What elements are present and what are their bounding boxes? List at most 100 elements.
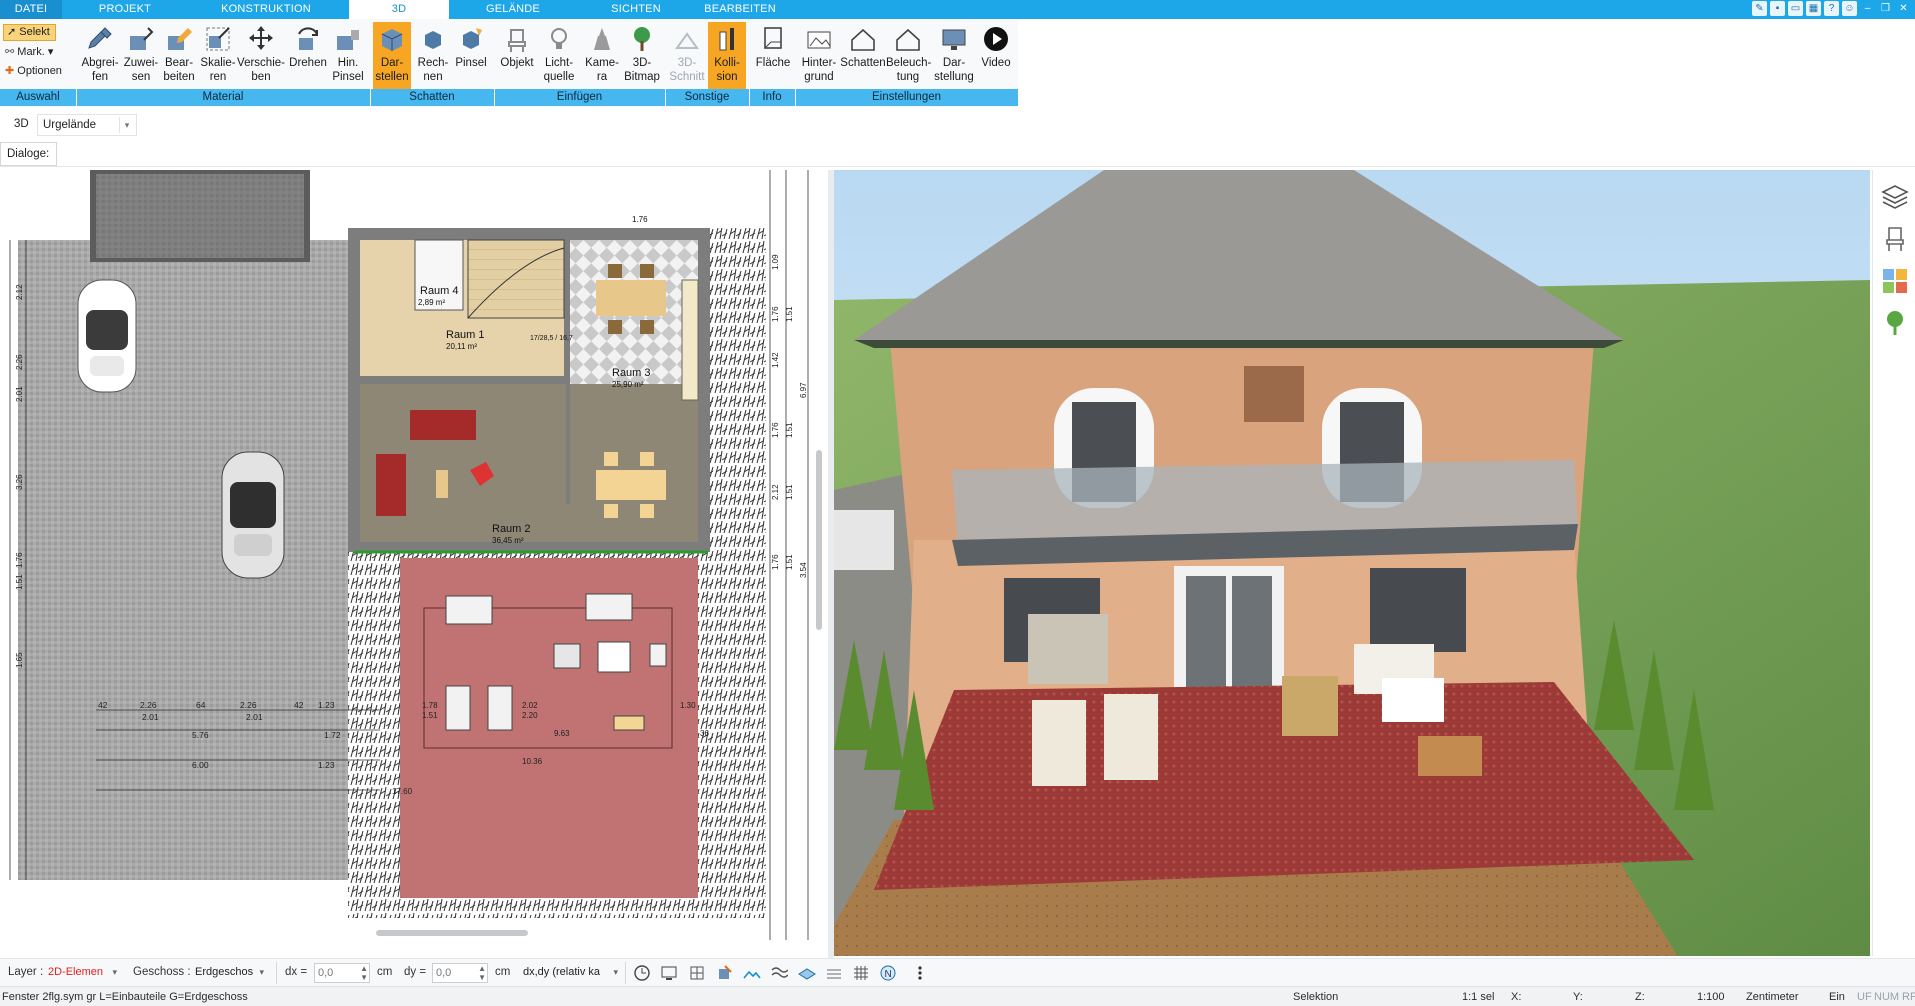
hintergrund-button[interactable]: Hinter-grund: [797, 22, 841, 92]
tools-icon[interactable]: ✎: [1752, 1, 1767, 16]
restore-icon[interactable]: ❐: [1878, 1, 1893, 16]
skalieren-button[interactable]: Skalie-ren: [196, 22, 240, 92]
abgreifen-button[interactable]: Abgrei-fen: [78, 22, 122, 92]
dining-table-icon[interactable]: [596, 470, 666, 500]
darstellung-button[interactable]: Dar-stellung: [933, 22, 975, 92]
horizontal-scrollbar[interactable]: [376, 930, 528, 936]
table-icon[interactable]: [597, 641, 631, 673]
help-icon[interactable]: ?: [1824, 1, 1839, 16]
3d-view[interactable]: [834, 170, 1870, 956]
flaeche-button[interactable]: Fläche: [752, 22, 794, 92]
dy-input[interactable]: 0,0 ▲ ▼: [432, 963, 488, 983]
kollision-button[interactable]: Kolli-sion: [708, 22, 746, 92]
schnitt-button[interactable]: 3D- Schnitt: [667, 22, 707, 92]
chair-icon[interactable]: [640, 452, 654, 466]
layout-icon[interactable]: ▦: [1806, 1, 1821, 16]
grid-icon[interactable]: [852, 964, 870, 982]
materials-icon[interactable]: [1880, 266, 1910, 296]
tree-bitmap-icon: [634, 27, 650, 51]
chair-icon[interactable]: [1880, 224, 1910, 254]
bearbeiten-label-line: Bear-: [164, 57, 194, 69]
floor-plan-view[interactable]: Raum 4 2,89 m² Raum 1 20,11 m² Raum 3 25…: [0, 170, 828, 942]
chair-icon[interactable]: [604, 504, 618, 518]
tab-bearbeiten[interactable]: BEARBEITEN: [700, 0, 780, 19]
north-icon[interactable]: N: [879, 964, 897, 982]
sofa-icon[interactable]: [585, 593, 633, 621]
coordinate-mode-value: dx,dy (relativ ka: [523, 966, 601, 978]
chair-icon[interactable]: [608, 264, 622, 278]
status-unit: Zentimeter: [1746, 991, 1799, 1003]
options-button[interactable]: ✚ Optionen: [5, 64, 62, 77]
floor-plan-canvas[interactable]: Raum 4 2,89 m² Raum 1 20,11 m² Raum 3 25…: [0, 170, 828, 942]
video-button[interactable]: Video: [976, 22, 1016, 92]
texture-icon[interactable]: [770, 964, 788, 982]
screen-icon[interactable]: [660, 964, 678, 982]
terrain-select[interactable]: Urgelände ▾: [37, 114, 137, 136]
plane-icon[interactable]: [798, 964, 816, 982]
chair-icon[interactable]: [604, 452, 618, 466]
kamera-button[interactable]: Kame-ra: [583, 22, 621, 92]
kollision-label-line: Kolli-: [714, 57, 740, 69]
tab-3d[interactable]: 3D: [349, 0, 449, 19]
objekt-button[interactable]: Objekt: [497, 22, 537, 92]
bitmap-button[interactable]: 3D- Bitmap: [620, 22, 664, 92]
pinsel-button[interactable]: Pinsel: [451, 22, 491, 92]
paint-bucket-icon[interactable]: [715, 964, 733, 982]
chair-icon[interactable]: [649, 643, 667, 667]
chair-icon[interactable]: [553, 643, 581, 669]
beleuchtung-button[interactable]: Beleuch-tung: [886, 22, 931, 92]
lounger-icon[interactable]: [445, 685, 471, 731]
window-icon[interactable]: ▭: [1788, 1, 1803, 16]
chair-icon[interactable]: [640, 504, 654, 518]
vertical-scrollbar[interactable]: [816, 450, 822, 630]
bench-icon[interactable]: [445, 595, 493, 625]
dx-input[interactable]: 0,0 ▲ ▼: [314, 963, 370, 983]
tab-gelaende[interactable]: GELÄNDE: [478, 0, 548, 19]
tab-sichten[interactable]: SICHTEN: [606, 0, 666, 19]
sofa-icon[interactable]: [376, 454, 406, 516]
render-small-icon[interactable]: [688, 964, 706, 982]
clock-icon[interactable]: [633, 964, 651, 982]
rechnen-button[interactable]: Rech-nen: [413, 22, 453, 92]
chair-icon[interactable]: [640, 264, 654, 278]
user-icon[interactable]: ☺: [1842, 1, 1857, 16]
spinner-icon[interactable]: ▲ ▼: [360, 964, 368, 982]
mark-button[interactable]: ⚯ Mark. ▾: [5, 45, 53, 58]
save-icon[interactable]: ▪: [1770, 1, 1785, 16]
layers-icon[interactable]: [1880, 182, 1910, 212]
layer-select[interactable]: 2D-Elemen ▾: [45, 963, 121, 983]
tab-konstruktion[interactable]: KONSTRUKTION: [214, 0, 318, 19]
minimize-icon[interactable]: –: [1860, 1, 1875, 16]
svg-text:N: N: [885, 969, 892, 980]
sofa-icon[interactable]: [410, 410, 476, 440]
3d-render-canvas[interactable]: [834, 170, 1870, 956]
car-icon[interactable]: [77, 279, 137, 393]
serving-cart-icon[interactable]: [613, 715, 645, 731]
tree-icon[interactable]: [1880, 308, 1910, 338]
hinpinsel-button[interactable]: Hin. Pinsel: [326, 22, 370, 92]
more-icon[interactable]: [911, 964, 929, 982]
bearbeiten-button[interactable]: Bear-beiten: [157, 22, 201, 92]
rechnen-label-line: nen: [423, 71, 443, 83]
lichtquelle-button[interactable]: Licht-quelle: [537, 22, 581, 92]
tab-datei[interactable]: DATEI: [0, 0, 62, 19]
tab-projekt[interactable]: PROJEKT: [95, 0, 155, 19]
darstellen-button[interactable]: Dar-stellen: [373, 22, 411, 92]
schatten-button[interactable]: Schatten: [840, 22, 886, 92]
table-icon[interactable]: [436, 470, 448, 498]
drehen-button[interactable]: Drehen: [286, 22, 330, 92]
lounger-icon[interactable]: [487, 685, 513, 731]
terrain-icon[interactable]: [743, 964, 761, 982]
chair-icon[interactable]: [608, 320, 622, 334]
verschieben-button[interactable]: Verschie-ben: [236, 22, 286, 92]
spinner-icon[interactable]: ▲ ▼: [478, 964, 486, 982]
coordinate-mode-select[interactable]: dx,dy (relativ ka ▾: [520, 963, 618, 983]
close-icon[interactable]: ✕: [1896, 1, 1911, 16]
dining-table-icon[interactable]: [596, 280, 666, 316]
dimension-label: 1.76: [771, 422, 780, 438]
geschoss-select[interactable]: Erdgeschos ▾: [192, 963, 268, 983]
select-button[interactable]: ➚ Selekt: [3, 24, 56, 41]
car-icon[interactable]: [221, 451, 285, 579]
fog-icon[interactable]: [825, 964, 843, 982]
chair-icon[interactable]: [640, 320, 654, 334]
